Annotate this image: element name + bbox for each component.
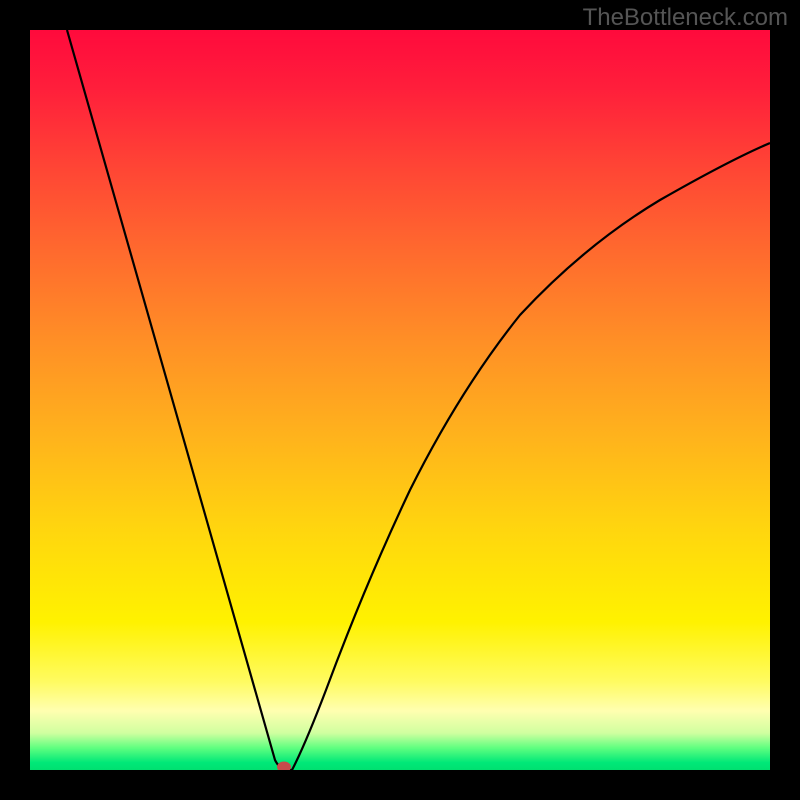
plot-area	[30, 30, 770, 770]
curve-svg	[30, 30, 770, 770]
optimum-point-marker	[277, 762, 291, 771]
bottleneck-curve-path	[67, 30, 770, 770]
watermark-text: TheBottleneck.com	[583, 4, 788, 32]
